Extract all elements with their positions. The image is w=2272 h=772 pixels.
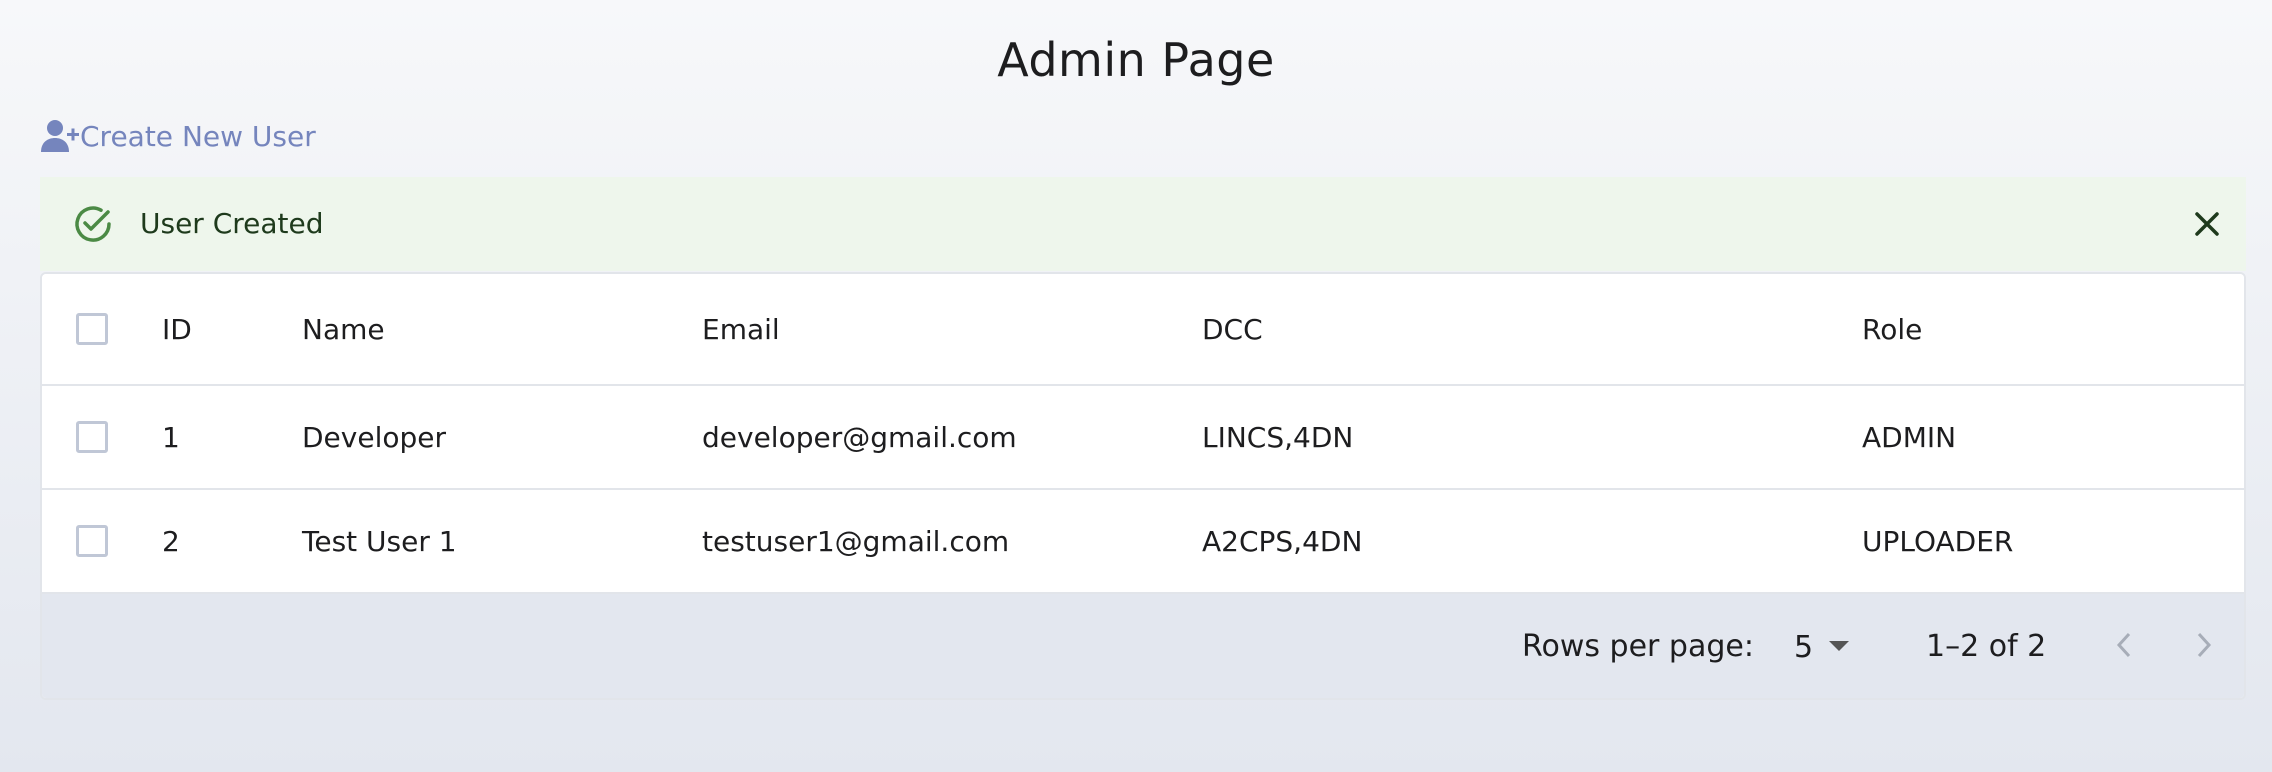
chevron-right-icon [2194,631,2214,663]
success-alert: User Created [40,177,2246,271]
create-user-label: Create New User [80,119,316,153]
table-row[interactable]: 2 Test User 1 testuser1@gmail.com A2CPS,… [42,490,2244,594]
rows-per-page-value: 5 [1794,629,1814,665]
pagination-range: 1–2 of 2 [1926,629,2047,664]
rows-per-page-select[interactable]: 5 [1794,594,1851,698]
check-circle-icon [73,204,113,248]
select-all-checkbox[interactable] [76,313,108,345]
chevron-left-icon [2114,631,2134,663]
person-add-icon [40,118,80,154]
cell-id: 2 [162,524,180,558]
table-row[interactable]: 1 Developer developer@gmail.com LINCS,4D… [42,386,2244,490]
table-header-row: ID Name Email DCC Role [42,274,2244,386]
cell-role: UPLOADER [1862,524,2014,558]
column-header-id[interactable]: ID [162,274,192,384]
previous-page-button[interactable] [2104,627,2144,667]
cell-dcc: A2CPS,4DN [1202,524,1363,558]
row-checkbox[interactable] [76,421,108,453]
column-header-name[interactable]: Name [302,274,385,384]
rows-per-page-label: Rows per page: [1522,629,1754,664]
cell-name: Test User 1 [302,524,457,558]
cell-email: testuser1@gmail.com [702,524,1010,558]
cell-email: developer@gmail.com [702,420,1017,454]
cell-dcc: LINCS,4DN [1202,420,1354,454]
row-checkbox[interactable] [76,525,108,557]
cell-id: 1 [162,420,180,454]
column-header-role[interactable]: Role [1862,274,1922,384]
close-icon[interactable] [2190,207,2224,241]
page-title: Admin Page [997,33,1275,87]
users-table: ID Name Email DCC Role 1 Developer devel… [40,272,2246,700]
table-pagination: Rows per page: 5 1–2 of 2 [42,594,2244,698]
alert-message: User Created [140,207,324,240]
cell-name: Developer [302,420,447,454]
column-header-dcc[interactable]: DCC [1202,274,1263,384]
next-page-button[interactable] [2184,627,2224,667]
create-user-button[interactable]: Create New User [40,115,316,157]
cell-role: ADMIN [1862,420,1957,454]
column-header-email[interactable]: Email [702,274,780,384]
caret-down-icon [1827,638,1851,657]
